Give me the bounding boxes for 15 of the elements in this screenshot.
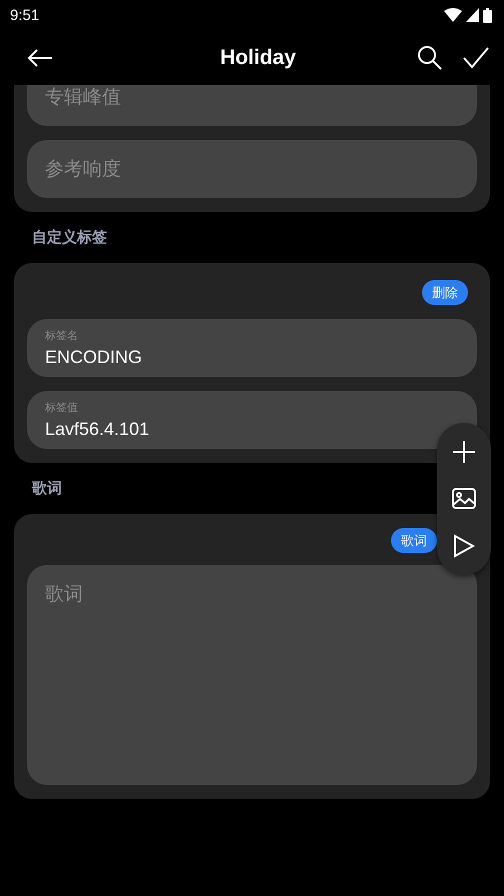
section-heading: 自定义标签 xyxy=(32,229,107,246)
section-heading: 歌词 xyxy=(32,480,62,497)
delete-button[interactable]: 删除 xyxy=(422,280,468,305)
page-title: Holiday xyxy=(220,46,296,70)
status-time: 9:51 xyxy=(10,6,40,24)
signal-icon xyxy=(466,8,479,22)
lyrics-field[interactable]: 歌词 xyxy=(27,565,477,785)
battery-icon xyxy=(483,8,492,22)
wifi-icon xyxy=(444,8,462,22)
input-field[interactable]: 标签名 ENCODING xyxy=(27,319,477,377)
input-field[interactable]: 标签值 Lavf56.4.101 xyxy=(27,391,477,449)
text-field[interactable]: 专辑峰值 xyxy=(27,85,477,126)
search-button[interactable] xyxy=(416,44,444,72)
text-field[interactable]: 参考响度 xyxy=(27,140,477,198)
lyrics-button[interactable]: 歌词 xyxy=(391,528,437,553)
